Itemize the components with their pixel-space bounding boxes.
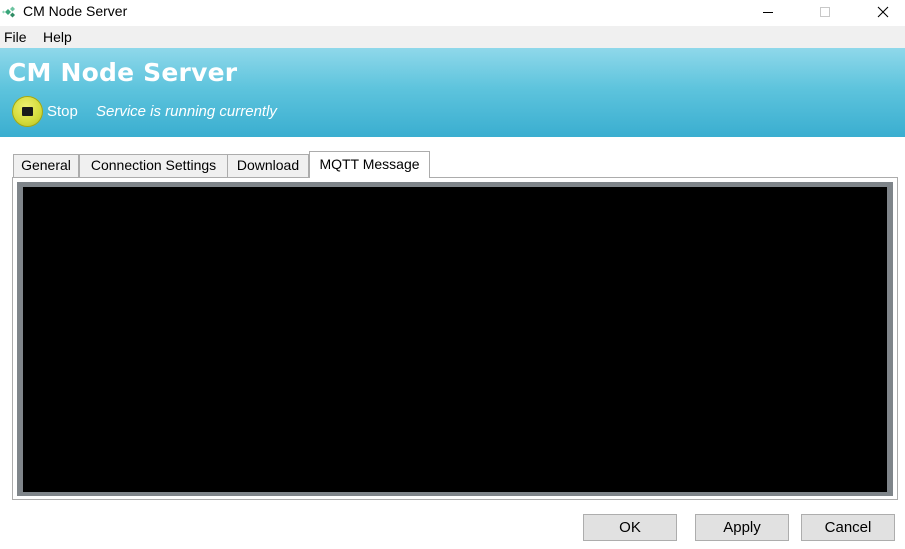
tab-connection-settings[interactable]: Connection Settings [79,154,228,177]
title-bar: CM Node Server [0,0,905,24]
menu-bar: File Help [0,26,905,48]
header-banner: CM Node Server Stop Service is running c… [0,48,905,137]
app-diamond-icon [2,6,15,18]
maximize-icon [820,7,830,17]
page-title: CM Node Server [8,58,238,87]
window-title: CM Node Server [23,3,128,19]
menu-file[interactable]: File [4,29,27,46]
tab-download[interactable]: Download [227,154,309,177]
mqtt-message-console[interactable] [23,187,887,492]
apply-button[interactable]: Apply [695,514,789,541]
stop-icon [22,107,33,116]
menu-help[interactable]: Help [43,29,72,46]
mqtt-message-panel [12,177,898,500]
minimize-icon [763,12,773,13]
close-button[interactable] [860,0,905,24]
service-status-text: Service is running currently [96,103,277,120]
stop-label[interactable]: Stop [47,103,78,121]
close-icon [877,6,889,18]
tab-mqtt-message[interactable]: MQTT Message [309,151,430,178]
maximize-button[interactable] [802,0,848,24]
console-frame [17,182,893,496]
tab-general[interactable]: General [13,154,79,177]
cancel-button[interactable]: Cancel [801,514,895,541]
minimize-button[interactable] [745,0,791,24]
ok-button[interactable]: OK [583,514,677,541]
stop-button[interactable] [12,96,43,127]
